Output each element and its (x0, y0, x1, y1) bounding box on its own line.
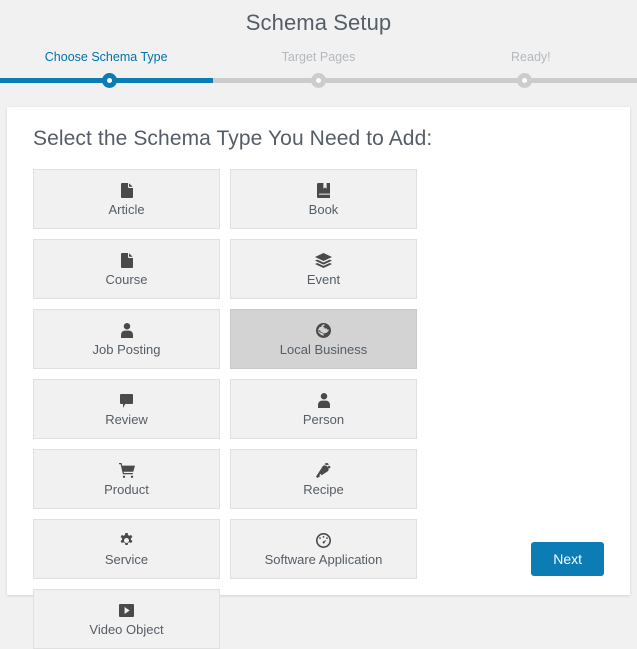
schema-type-card-person[interactable]: Person (230, 379, 417, 439)
schema-type-card-recipe[interactable]: Recipe (230, 449, 417, 509)
schema-type-label: Local Business (279, 342, 368, 357)
schema-type-card-course[interactable]: Course (33, 239, 220, 299)
step-label-1[interactable]: Choose Schema Type (0, 50, 212, 64)
schema-type-label: Course (105, 272, 148, 287)
layers-icon (315, 252, 332, 269)
schema-type-grid: Article Book Course Event Job Posting Lo… (33, 169, 604, 649)
schema-type-label: Book (308, 202, 339, 217)
step-dot-2[interactable] (311, 73, 326, 88)
schema-type-card-article[interactable]: Article (33, 169, 220, 229)
schema-type-label: Software Application (264, 552, 383, 567)
book-icon (316, 182, 331, 199)
step-dot-1-core (107, 78, 112, 83)
step-dot-3-core (522, 78, 527, 83)
carrot-icon (316, 462, 331, 479)
gear-icon (119, 532, 134, 549)
file-icon (120, 252, 133, 269)
schema-type-label: Review (105, 412, 148, 427)
panel-footer: Next (531, 541, 604, 576)
schema-type-panel: Select the Schema Type You Need to Add: … (7, 107, 630, 649)
schema-type-label: Article (108, 202, 145, 217)
schema-type-label: Product (104, 482, 149, 497)
schema-type-label: Event (306, 272, 341, 287)
play-icon (119, 602, 134, 619)
next-button[interactable]: Next (531, 541, 604, 576)
schema-type-card-event[interactable]: Event (230, 239, 417, 299)
page-title: Schema Setup (245, 10, 392, 35)
schema-type-card-book[interactable]: Book (230, 169, 417, 229)
schema-type-label: Video Object (89, 622, 164, 637)
schema-type-label: Person (302, 412, 345, 427)
user-icon (120, 322, 133, 339)
schema-type-card-product[interactable]: Product (33, 449, 220, 509)
schema-type-card-job-posting[interactable]: Job Posting (33, 309, 220, 369)
step-label-row: Choose Schema Type Target Pages Ready! (0, 50, 637, 64)
step-dot-2-core (316, 78, 321, 83)
panel-heading: Select the Schema Type You Need to Add: (33, 127, 433, 150)
step-indicator: Choose Schema Type Target Pages Ready! (0, 50, 637, 92)
shopping-cart-icon (118, 462, 135, 479)
globe-icon (316, 322, 331, 339)
schema-type-label: Job Posting (92, 342, 161, 357)
file-icon (120, 182, 133, 199)
step-label-3[interactable]: Ready! (425, 50, 637, 64)
wizard-header: Schema Setup (0, 0, 637, 38)
schema-type-card-software-application[interactable]: Software Application (230, 519, 417, 579)
schema-type-card-service[interactable]: Service (33, 519, 220, 579)
dashboard-icon (316, 532, 331, 549)
step-label-2[interactable]: Target Pages (212, 50, 424, 64)
schema-type-card-review[interactable]: Review (33, 379, 220, 439)
schema-type-card-local-business[interactable]: Local Business (230, 309, 417, 369)
schema-type-label: Service (104, 552, 149, 567)
user-icon (317, 392, 330, 409)
step-dot-3[interactable] (517, 73, 532, 88)
step-dot-1[interactable] (102, 73, 117, 88)
schema-type-label: Recipe (303, 482, 344, 497)
comment-icon (120, 392, 133, 409)
schema-type-card-video-object[interactable]: Video Object (33, 589, 220, 649)
